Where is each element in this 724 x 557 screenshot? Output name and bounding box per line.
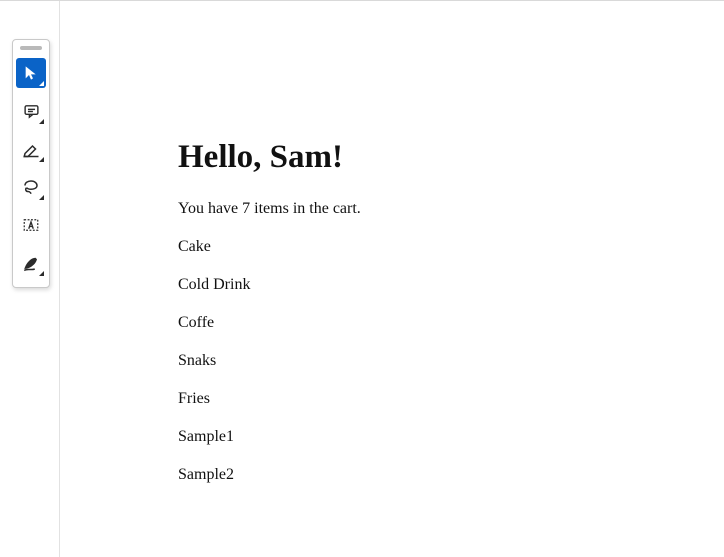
submenu-indicator-icon <box>39 81 44 86</box>
submenu-indicator-icon <box>39 195 44 200</box>
lasso-icon <box>22 178 40 196</box>
list-item: Coffe <box>178 314 361 332</box>
select-tool[interactable] <box>16 58 46 88</box>
text-box-tool[interactable] <box>16 210 46 240</box>
list-item: Sample1 <box>178 428 361 446</box>
list-item: Cold Drink <box>178 276 361 294</box>
cursor-icon <box>23 65 39 81</box>
textbox-icon <box>22 216 40 234</box>
list-item: Fries <box>178 390 361 408</box>
document-content: Hello, Sam! You have 7 items in the cart… <box>178 139 361 504</box>
annotation-toolbox <box>12 39 50 288</box>
list-item: Snaks <box>178 352 361 370</box>
signature-tool[interactable] <box>16 248 46 278</box>
page-heading: Hello, Sam! <box>178 139 361 176</box>
freeform-tool[interactable] <box>16 172 46 202</box>
list-item: Sample2 <box>178 466 361 484</box>
submenu-indicator-icon <box>39 119 44 124</box>
app-viewport: Hello, Sam! You have 7 items in the cart… <box>0 0 724 557</box>
submenu-indicator-icon <box>39 271 44 276</box>
marker-icon <box>22 140 40 158</box>
pen-icon <box>22 254 40 272</box>
comment-tool[interactable] <box>16 96 46 126</box>
list-item: Cake <box>178 238 361 256</box>
toolbox-drag-handle[interactable] <box>20 46 42 50</box>
comment-icon <box>23 103 40 120</box>
submenu-indicator-icon <box>39 157 44 162</box>
highlight-tool[interactable] <box>16 134 46 164</box>
cart-summary-text: You have 7 items in the cart. <box>178 200 361 218</box>
panel-divider <box>59 1 60 557</box>
